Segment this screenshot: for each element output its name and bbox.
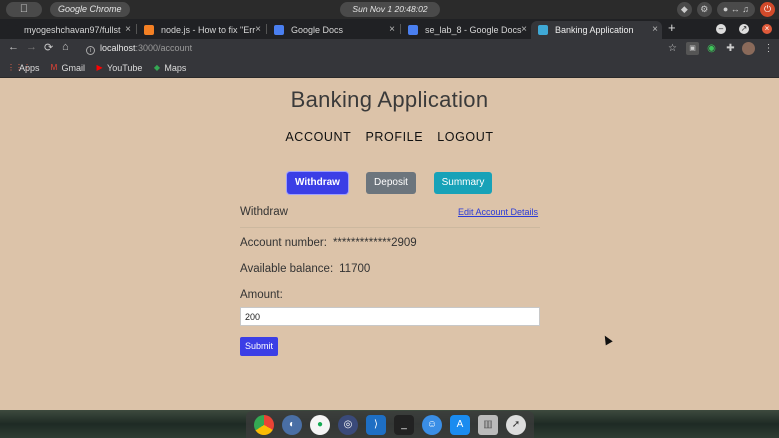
nav-account[interactable]: ACCOUNT [285, 130, 351, 144]
trash-icon[interactable]: ▥ [478, 414, 498, 435]
section-title: Withdraw [240, 206, 288, 218]
gmail-icon: M [50, 63, 58, 72]
status-icons[interactable]: ● ↔ ♫ [716, 2, 755, 17]
bookmarks-bar: ⋮⋮⋮ Apps M Gmail ▶ YouTube ◆ Maps [0, 58, 779, 78]
puzzle-icon[interactable]: ✚ [724, 42, 737, 55]
tab-label: Banking Application [555, 25, 634, 35]
vscode-icon[interactable]: ⟩ [366, 414, 386, 435]
close-icon[interactable]: × [125, 21, 131, 39]
tab-google-docs[interactable]: Google Docs × [267, 21, 399, 39]
account-number-label: Account number: [240, 237, 327, 249]
balance-value: 11700 [339, 263, 371, 275]
close-window-icon[interactable]: × [762, 24, 772, 34]
accessibility-icon[interactable]: ⚙ [696, 2, 712, 17]
close-icon[interactable]: × [652, 21, 658, 39]
bookmark-youtube[interactable]: ▶ YouTube [95, 63, 142, 73]
github-icon [7, 25, 17, 35]
maps-icon: ◆ [153, 63, 160, 72]
amount-input[interactable] [240, 307, 540, 326]
close-icon[interactable]: × [389, 21, 395, 39]
bookmark-label: Gmail [61, 62, 86, 73]
address-bar: ← → ⟳ ⌂ i localhost:3000/account ☆ ▣ ◉ ✚ … [0, 39, 779, 58]
mongodb-icon[interactable]: ● [310, 414, 330, 435]
close-icon[interactable]: × [521, 21, 527, 39]
bookmark-label: YouTube [107, 62, 143, 73]
system-clock[interactable]: Sun Nov 1 20:48:02 [340, 2, 440, 17]
info-icon[interactable]: i [86, 46, 95, 55]
active-app-name[interactable]: Google Chrome [50, 2, 130, 17]
home-icon[interactable]: ⌂ [62, 41, 69, 53]
tab-stackoverflow[interactable]: node.js - How to fix "Err × [137, 21, 265, 39]
disk-utility-icon[interactable]: ◐ [282, 414, 302, 435]
main-nav: ACCOUNT PROFILE LOGOUT [0, 130, 779, 144]
apple-icon[interactable]:  [6, 2, 42, 17]
divider [240, 227, 540, 228]
youtube-icon: ▶ [96, 63, 103, 72]
account-number-value: *************2909 [332, 237, 417, 249]
mouse-cursor [601, 333, 613, 346]
tab-banking-application[interactable]: Banking Application × [531, 21, 662, 39]
chrome-icon[interactable] [254, 414, 274, 435]
extension-green-icon[interactable]: ◉ [705, 42, 718, 55]
reload-icon[interactable]: ⟳ [44, 41, 53, 54]
bookmark-gmail[interactable]: M Gmail [50, 62, 86, 73]
bookmark-apps[interactable]: ⋮⋮⋮ Apps [7, 63, 40, 73]
apps-grid-icon: ⋮⋮⋮ [7, 63, 31, 72]
bookmark-label: Apps [19, 62, 40, 73]
profile-avatar[interactable] [742, 42, 755, 55]
edit-account-link[interactable]: Edit Account Details [458, 207, 538, 217]
url-host: localhost [100, 43, 136, 53]
system-tray: ◆ ⚙ ● ↔ ♫ ⏻ [676, 2, 775, 17]
react-icon [538, 25, 548, 35]
account-number-row: Account number: *************2909 [240, 237, 417, 249]
page-content: Banking Application ACCOUNT PROFILE LOGO… [0, 79, 779, 410]
bookmark-maps[interactable]: ◆ Maps [152, 62, 187, 73]
docs-icon [408, 25, 418, 35]
launchpad-icon[interactable]: ➚ [506, 414, 526, 435]
withdraw-button[interactable]: Withdraw [287, 172, 348, 194]
shield-icon[interactable]: ◆ [676, 2, 692, 17]
docs-icon [274, 25, 284, 35]
page-title: Banking Application [290, 87, 489, 112]
close-icon[interactable]: × [255, 21, 261, 39]
tab-github[interactable]: myogeshchavan97/fullst × [0, 21, 135, 39]
bookmark-label: Maps [164, 62, 187, 73]
postgres-icon[interactable]: ◎ [338, 414, 358, 435]
os-menu-bar:  Google Chrome Sun Nov 1 20:48:02 ◆ ⚙ ●… [0, 0, 779, 19]
deposit-button[interactable]: Deposit [366, 172, 416, 194]
balance-row: Available balance: 11700 [240, 263, 370, 275]
tab-label: node.js - How to fix "Err [161, 25, 256, 35]
extension-icon[interactable]: ▣ [686, 42, 699, 55]
new-tab-button[interactable]: + [668, 20, 676, 35]
stackoverflow-icon [144, 25, 154, 35]
summary-button[interactable]: Summary [434, 172, 492, 194]
amount-label: Amount: [240, 289, 283, 301]
star-icon[interactable]: ☆ [666, 42, 679, 55]
tab-se-lab-8[interactable]: se_lab_8 - Google Docs × [401, 21, 531, 39]
nav-profile[interactable]: PROFILE [365, 130, 423, 144]
url-field[interactable]: i localhost:3000/account [80, 41, 680, 56]
submit-button[interactable]: Submit [240, 337, 278, 356]
tab-label: myogeshchavan97/fullst [24, 25, 121, 35]
minimize-icon[interactable]: – [716, 24, 726, 34]
dock: ◐ ● ◎ ⟩ _ ☺ A ▥ ➚ [246, 411, 534, 438]
browser-tab-bar: myogeshchavan97/fullst × node.js - How t… [0, 19, 779, 39]
back-icon[interactable]: ← [8, 41, 19, 53]
power-icon[interactable]: ⏻ [760, 2, 775, 17]
finder-icon[interactable]: ☺ [422, 414, 442, 435]
menu-icon[interactable]: ⋮ [762, 42, 775, 55]
forward-icon[interactable]: → [26, 41, 37, 53]
tab-label: Google Docs [291, 25, 344, 35]
terminal-icon[interactable]: _ [394, 414, 414, 435]
nav-logout[interactable]: LOGOUT [437, 130, 493, 144]
tab-label: se_lab_8 - Google Docs [425, 25, 522, 35]
balance-label: Available balance: [240, 263, 334, 275]
maximize-icon[interactable]: ↗ [739, 24, 749, 34]
app-store-icon[interactable]: A [450, 414, 470, 435]
url-path: :3000/account [135, 43, 193, 53]
